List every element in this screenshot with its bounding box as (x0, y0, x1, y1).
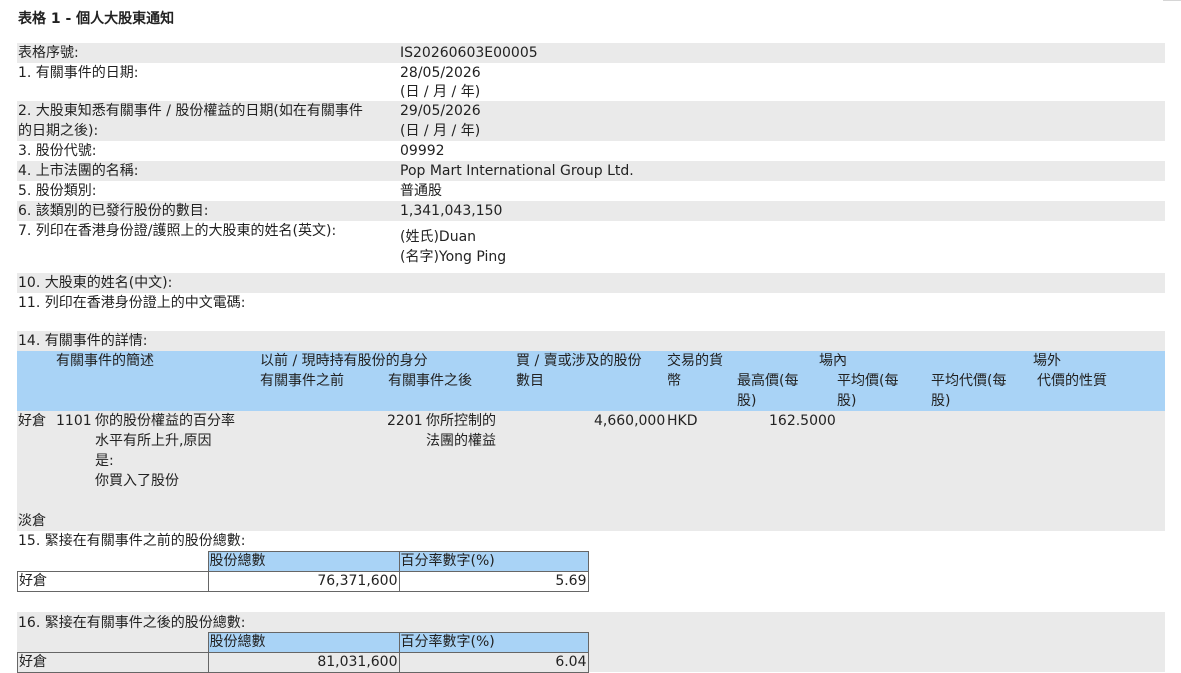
field-11-label: 11. 列印在香港身份證上的中文電碼: (18, 295, 246, 311)
serial-value: IS20260603E00005 (400, 45, 538, 61)
header-avg-a: 平均價(每 (837, 373, 899, 389)
field-5-row: 5. 股份類別: 普通股 (17, 181, 1165, 201)
header-off-exchange: 場外 (1033, 353, 1061, 369)
total-before-col-shares: 股份總數 (207, 551, 400, 572)
header-shares-a: 買 / 賣或涉及的股份 (516, 353, 642, 369)
total-after-long-row: 好倉 81,031,600 6.04 (17, 652, 589, 673)
field-7-row: 7. 列印在香港身份證/護照上的大股東的姓名(英文): (姓氏)Duan (名字… (17, 221, 1165, 269)
event-table-body: 好倉 1101 你的股份權益的百分率 水平有所上升,原因 是: 你買入了股份 2… (17, 411, 1165, 531)
header-shares-b: 數目 (516, 373, 544, 389)
after-capacity-line: 法團的權益 (426, 433, 496, 449)
total-before-header-row: 股份總數 百分率數字(%) (17, 551, 589, 572)
section-15-label: 15. 緊接在有關事件之前的股份總數: (18, 533, 246, 549)
total-before-row-label: 好倉 (17, 571, 209, 592)
header-desc: 有關事件的簡述 (56, 353, 154, 369)
event-code: 1101 (56, 413, 92, 429)
field-1-value: 28/05/2026 (400, 65, 481, 81)
event-desc-line: 你的股份權益的百分率 (95, 413, 235, 429)
field-7-given-name: (名字)Yong Ping (400, 249, 507, 265)
header-after: 有關事件之後 (388, 373, 472, 389)
long-position-label: 好倉 (18, 413, 46, 429)
field-3-value: 09992 (400, 143, 445, 159)
header-nature: 代價的性質 (1037, 373, 1107, 389)
serial-label: 表格序號: (18, 45, 79, 61)
field-2-label-a: 2. 大股東知悉有關事件 / 股份權益的日期(如在有關事件 (18, 103, 363, 119)
header-before: 有關事件之前 (260, 373, 344, 389)
section-16-label: 16. 緊接在有關事件之後的股份總數: (18, 615, 246, 631)
average-price: 162.5000 (769, 413, 836, 429)
field-3-row: 3. 股份代號: 09992 (17, 141, 1165, 161)
header-high-a: 最高價(每 (737, 373, 799, 389)
header-currency-b: 幣 (667, 373, 681, 389)
total-before-table: 股份總數 百分率數字(%) 好倉 76,371,600 5.69 (17, 551, 589, 592)
shares-involved: 4,660,000 (594, 413, 666, 429)
field-7-label: 7. 列印在香港身份證/護照上的大股東的姓名(英文): (18, 223, 337, 239)
field-6-value: 1,341,043,150 (400, 203, 503, 219)
total-after-blank-cell (17, 632, 209, 653)
field-10-label: 10. 大股東的姓名(中文): (18, 275, 173, 291)
field-2-hint: (日 / 月 / 年) (400, 123, 481, 139)
event-table-header: 有關事件的簡述 以前 / 現時持有股份的身分 有關事件之前 有關事件之後 買 /… (17, 351, 1165, 411)
trade-currency: HKD (667, 413, 698, 429)
field-1-row: 1. 有關事件的日期: 28/05/2026 (日 / 月 / 年) (17, 63, 1165, 101)
header-capacity: 以前 / 現時持有股份的身分 (260, 353, 428, 369)
total-after-percent: 6.04 (398, 652, 589, 673)
field-6-row: 6. 該類別的已發行股份的數目: 1,341,043,150 (17, 201, 1165, 221)
field-4-row: 4. 上市法團的名稱: Pop Mart International Group… (17, 161, 1165, 181)
field-5-value: 普通股 (400, 183, 442, 199)
total-after-header-row: 股份總數 百分率數字(%) (17, 632, 589, 653)
after-capacity-line: 你所控制的 (426, 413, 496, 429)
field-10-row: 10. 大股東的姓名(中文): (17, 273, 1165, 293)
field-4-label: 4. 上市法團的名稱: (18, 163, 139, 179)
event-desc-line: 你買入了股份 (95, 473, 179, 489)
total-after-col-percent: 百分率數字(%) (398, 632, 589, 653)
total-before-long-row: 好倉 76,371,600 5.69 (17, 571, 589, 592)
field-2-row: 2. 大股東知悉有關事件 / 股份權益的日期(如在有關事件 的日期之後): 29… (17, 101, 1165, 141)
top-divider (1163, 0, 1181, 1)
field-11-row: 11. 列印在香港身份證上的中文電碼: (17, 293, 1165, 313)
serial-row: 表格序號: IS20260603E00005 (17, 43, 1165, 63)
total-before-percent: 5.69 (398, 571, 589, 592)
field-5-label: 5. 股份類別: (18, 183, 97, 199)
total-after-shares: 81,031,600 (207, 652, 400, 673)
field-1-hint: (日 / 月 / 年) (400, 84, 481, 100)
field-6-label: 6. 該類別的已發行股份的數目: (18, 203, 209, 219)
short-position-label: 淡倉 (18, 513, 46, 529)
header-on-exchange: 場內 (819, 353, 847, 369)
section-15-label-row: 15. 緊接在有關事件之前的股份總數: (17, 531, 1165, 551)
header-off-avg-b: 股) (931, 393, 951, 409)
total-after-row-label: 好倉 (17, 652, 209, 673)
section-14-label: 14. 有關事件的詳情: (18, 333, 148, 349)
field-3-label: 3. 股份代號: (18, 143, 97, 159)
field-1-label: 1. 有關事件的日期: (18, 65, 139, 81)
total-before-col-percent: 百分率數字(%) (398, 551, 589, 572)
header-off-avg-a: 平均代價(每 (931, 373, 1007, 389)
form-title: 表格 1 - 個人大股東通知 (18, 11, 175, 27)
field-2-label-b: 的日期之後): (18, 123, 99, 139)
header-currency-a: 交易的貨 (667, 353, 723, 369)
total-after-col-shares: 股份總數 (207, 632, 400, 653)
field-7-surname: (姓氏)Duan (400, 229, 477, 245)
field-4-value: Pop Mart International Group Ltd. (400, 163, 634, 179)
event-desc-line: 是: (95, 453, 114, 469)
header-high-b: 股) (737, 393, 757, 409)
total-before-blank-cell (17, 551, 209, 572)
section-14-label-row: 14. 有關事件的詳情: (17, 331, 1165, 351)
event-desc-line: 水平有所上升,原因 (95, 433, 212, 449)
total-before-shares: 76,371,600 (207, 571, 400, 592)
after-capacity-code: 2201 (387, 413, 423, 429)
header-avg-b: 股) (837, 393, 857, 409)
total-after-table: 股份總數 百分率數字(%) 好倉 81,031,600 6.04 (17, 632, 589, 673)
field-2-value: 29/05/2026 (400, 103, 481, 119)
